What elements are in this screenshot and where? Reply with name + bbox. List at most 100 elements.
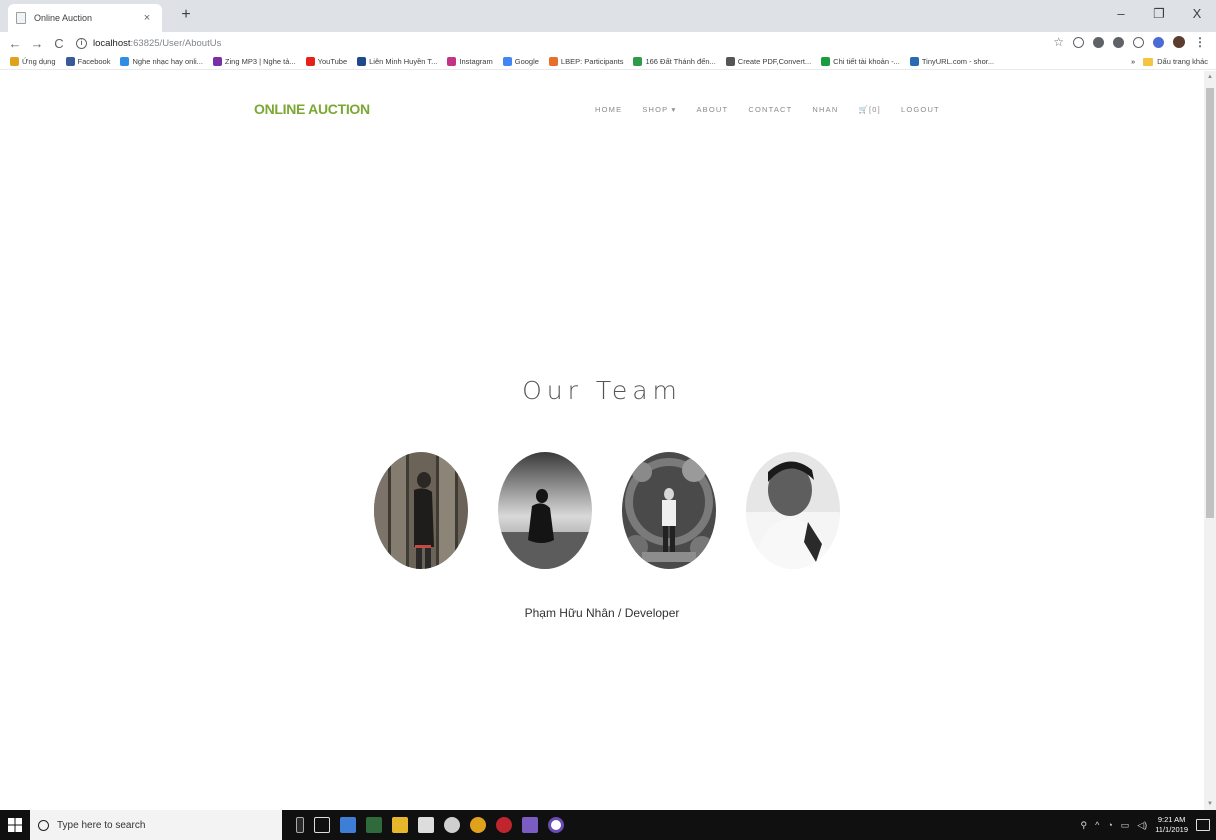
bookmark-item[interactable]: YouTube	[305, 57, 348, 66]
app-red-icon[interactable]	[496, 817, 512, 833]
team-photo-2[interactable]	[498, 452, 592, 569]
battery-icon[interactable]: ▭	[1121, 820, 1130, 831]
bookmark-label: LBEP: Participants	[560, 57, 624, 66]
bookmark-item[interactable]: Nghe nhạc hay onli...	[120, 57, 203, 66]
extension-dark-icon[interactable]	[1093, 36, 1104, 48]
microphone-icon[interactable]	[296, 817, 304, 833]
minimize-button[interactable]: –	[1102, 0, 1140, 30]
bookmarks-overflow-icon[interactable]: »	[1131, 57, 1135, 66]
windows-taskbar: Type here to search	[0, 810, 1216, 840]
bookmark-label: Zing MP3 | Nghe tả...	[224, 57, 296, 66]
bookmark-favicon-icon	[447, 57, 457, 66]
task-view-icon[interactable]	[314, 817, 330, 833]
restore-button[interactable]: ❐	[1140, 0, 1178, 30]
bookmark-label: Instagram	[459, 57, 493, 66]
taskbar-search-placeholder: Type here to search	[57, 819, 146, 831]
nav-contact[interactable]: CONTACT	[748, 105, 792, 114]
bookmark-label: Google	[514, 57, 539, 66]
bookmark-favicon-icon	[821, 57, 831, 66]
other-bookmarks-link[interactable]: Dấu trang khác	[1157, 57, 1208, 66]
bookmark-item[interactable]: Create PDF,Convert...	[725, 57, 812, 66]
extension-shield-icon[interactable]	[1073, 36, 1084, 48]
bookmark-item[interactable]: Instagram	[447, 57, 493, 66]
start-button[interactable]	[0, 810, 30, 840]
bookmark-favicon-icon	[305, 57, 315, 66]
nav-shop[interactable]: SHOP ▾	[642, 105, 676, 114]
bookmark-item[interactable]: 166 Đất Thánh đến...	[633, 57, 716, 66]
pinned-apps	[296, 817, 564, 833]
cortana-icon	[38, 819, 49, 831]
taskbar-clock[interactable]: 9:21 AM 11/1/2019	[1155, 815, 1188, 835]
back-button[interactable]: ←	[4, 36, 26, 51]
window-controls: – ❐ X	[1102, 0, 1216, 30]
bookmark-label: Create PDF,Convert...	[737, 57, 812, 66]
scroll-up-icon[interactable]: ▲	[1204, 71, 1216, 83]
snipping-tool-icon[interactable]	[340, 817, 356, 833]
bookmark-item[interactable]: LBEP: Participants	[548, 57, 624, 66]
mail-icon[interactable]	[444, 817, 460, 833]
volume-icon[interactable]: ◁)	[1137, 820, 1147, 831]
site-nav: HOME SHOP ▾ ABOUT CONTACT NHAN 🛒[0] LOGO…	[595, 105, 940, 114]
browser-tab[interactable]: Online Auction ×	[8, 4, 162, 32]
member-caption: Phạm Hữu Nhân / Developer	[524, 606, 680, 620]
bookmark-favicon-icon	[502, 57, 512, 66]
close-window-button[interactable]: X	[1178, 0, 1216, 30]
site-brand[interactable]: ONLINE AUCTION	[254, 101, 370, 117]
notification-icon[interactable]	[1196, 819, 1210, 831]
bookmark-item[interactable]: Liên Minh Huyền T...	[357, 57, 437, 66]
reload-button[interactable]: C	[48, 36, 70, 51]
bookmark-label: YouTube	[317, 57, 348, 66]
nav-about[interactable]: ABOUT	[696, 105, 728, 114]
bookmark-item[interactable]: TinyURL.com - shor...	[909, 57, 994, 66]
bookmark-label: Chi tiết tài khoản -...	[833, 57, 900, 66]
bookmark-star-icon[interactable]: ☆	[1053, 36, 1064, 48]
extension-outline-icon[interactable]	[1133, 36, 1144, 48]
bookmark-label: 166 Đất Thánh đến...	[645, 57, 716, 66]
page-scrollbar[interactable]: ▲ ▼	[1204, 71, 1216, 810]
dreamweaver-icon[interactable]	[366, 817, 382, 833]
people-icon[interactable]: ⚲	[1080, 820, 1087, 831]
store-icon[interactable]	[418, 817, 434, 833]
browser-menu-icon[interactable]: ⋮	[1194, 36, 1206, 48]
scroll-thumb[interactable]	[1206, 88, 1214, 518]
app-purple-icon[interactable]	[548, 817, 564, 833]
bookmarks-bar: Ứng dụng Facebook Nghe nhạc hay onli... Zin…	[0, 54, 1216, 70]
close-tab-icon[interactable]: ×	[140, 12, 154, 24]
system-tray: ⚲ ^ ◔ ▭ ◁) 9:21 AM 11/1/2019	[1080, 810, 1210, 840]
address-bar[interactable]: i localhost :63825/User/AboutUs	[76, 33, 1076, 53]
bookmark-item[interactable]: Zing MP3 | Nghe tả...	[212, 57, 296, 66]
tab-title: Online Auction	[34, 13, 93, 23]
nav-user[interactable]: NHAN	[812, 105, 838, 114]
toolbar-extensions: ☆ ⋮	[1053, 36, 1206, 48]
taskbar-search[interactable]: Type here to search	[30, 810, 282, 840]
nav-cart[interactable]: 🛒[0]	[858, 105, 880, 114]
site-info-icon[interactable]: i	[76, 37, 87, 49]
bookmark-favicon-icon	[548, 57, 558, 66]
bookmark-item[interactable]: Chi tiết tài khoản -...	[821, 57, 900, 66]
page-favicon-icon	[16, 12, 26, 24]
bookmark-item[interactable]: Google	[502, 57, 539, 66]
nav-home[interactable]: HOME	[595, 105, 622, 114]
nav-logout[interactable]: LOGOUT	[901, 105, 940, 114]
network-icon[interactable]: ◔	[1107, 820, 1112, 830]
tab-strip: Online Auction × + – ❐ X	[0, 0, 1216, 32]
url-path: :63825/User/AboutUs	[130, 37, 222, 49]
bookmark-favicon-icon	[65, 57, 75, 66]
scroll-down-icon[interactable]: ▼	[1204, 798, 1216, 810]
extension-gray-icon[interactable]	[1113, 36, 1124, 48]
forward-button[interactable]: →	[26, 36, 48, 51]
new-tab-button[interactable]: +	[176, 6, 196, 26]
team-photo-4[interactable]	[746, 452, 840, 569]
bookmark-label: Facebook	[77, 57, 111, 66]
tray-overflow-icon[interactable]: ^	[1095, 820, 1099, 830]
team-photo-3[interactable]	[622, 452, 716, 569]
bookmark-item[interactable]: Facebook	[65, 57, 111, 66]
profile-avatar-icon[interactable]	[1173, 36, 1185, 48]
team-photo-1[interactable]	[374, 452, 468, 569]
team-photos	[374, 452, 840, 569]
bookmark-item[interactable]: Ứng dụng	[10, 57, 56, 66]
visual-studio-icon[interactable]	[522, 817, 538, 833]
extension-blue-icon[interactable]	[1153, 36, 1164, 48]
chrome-icon[interactable]	[470, 817, 486, 833]
file-explorer-icon[interactable]	[392, 817, 408, 833]
